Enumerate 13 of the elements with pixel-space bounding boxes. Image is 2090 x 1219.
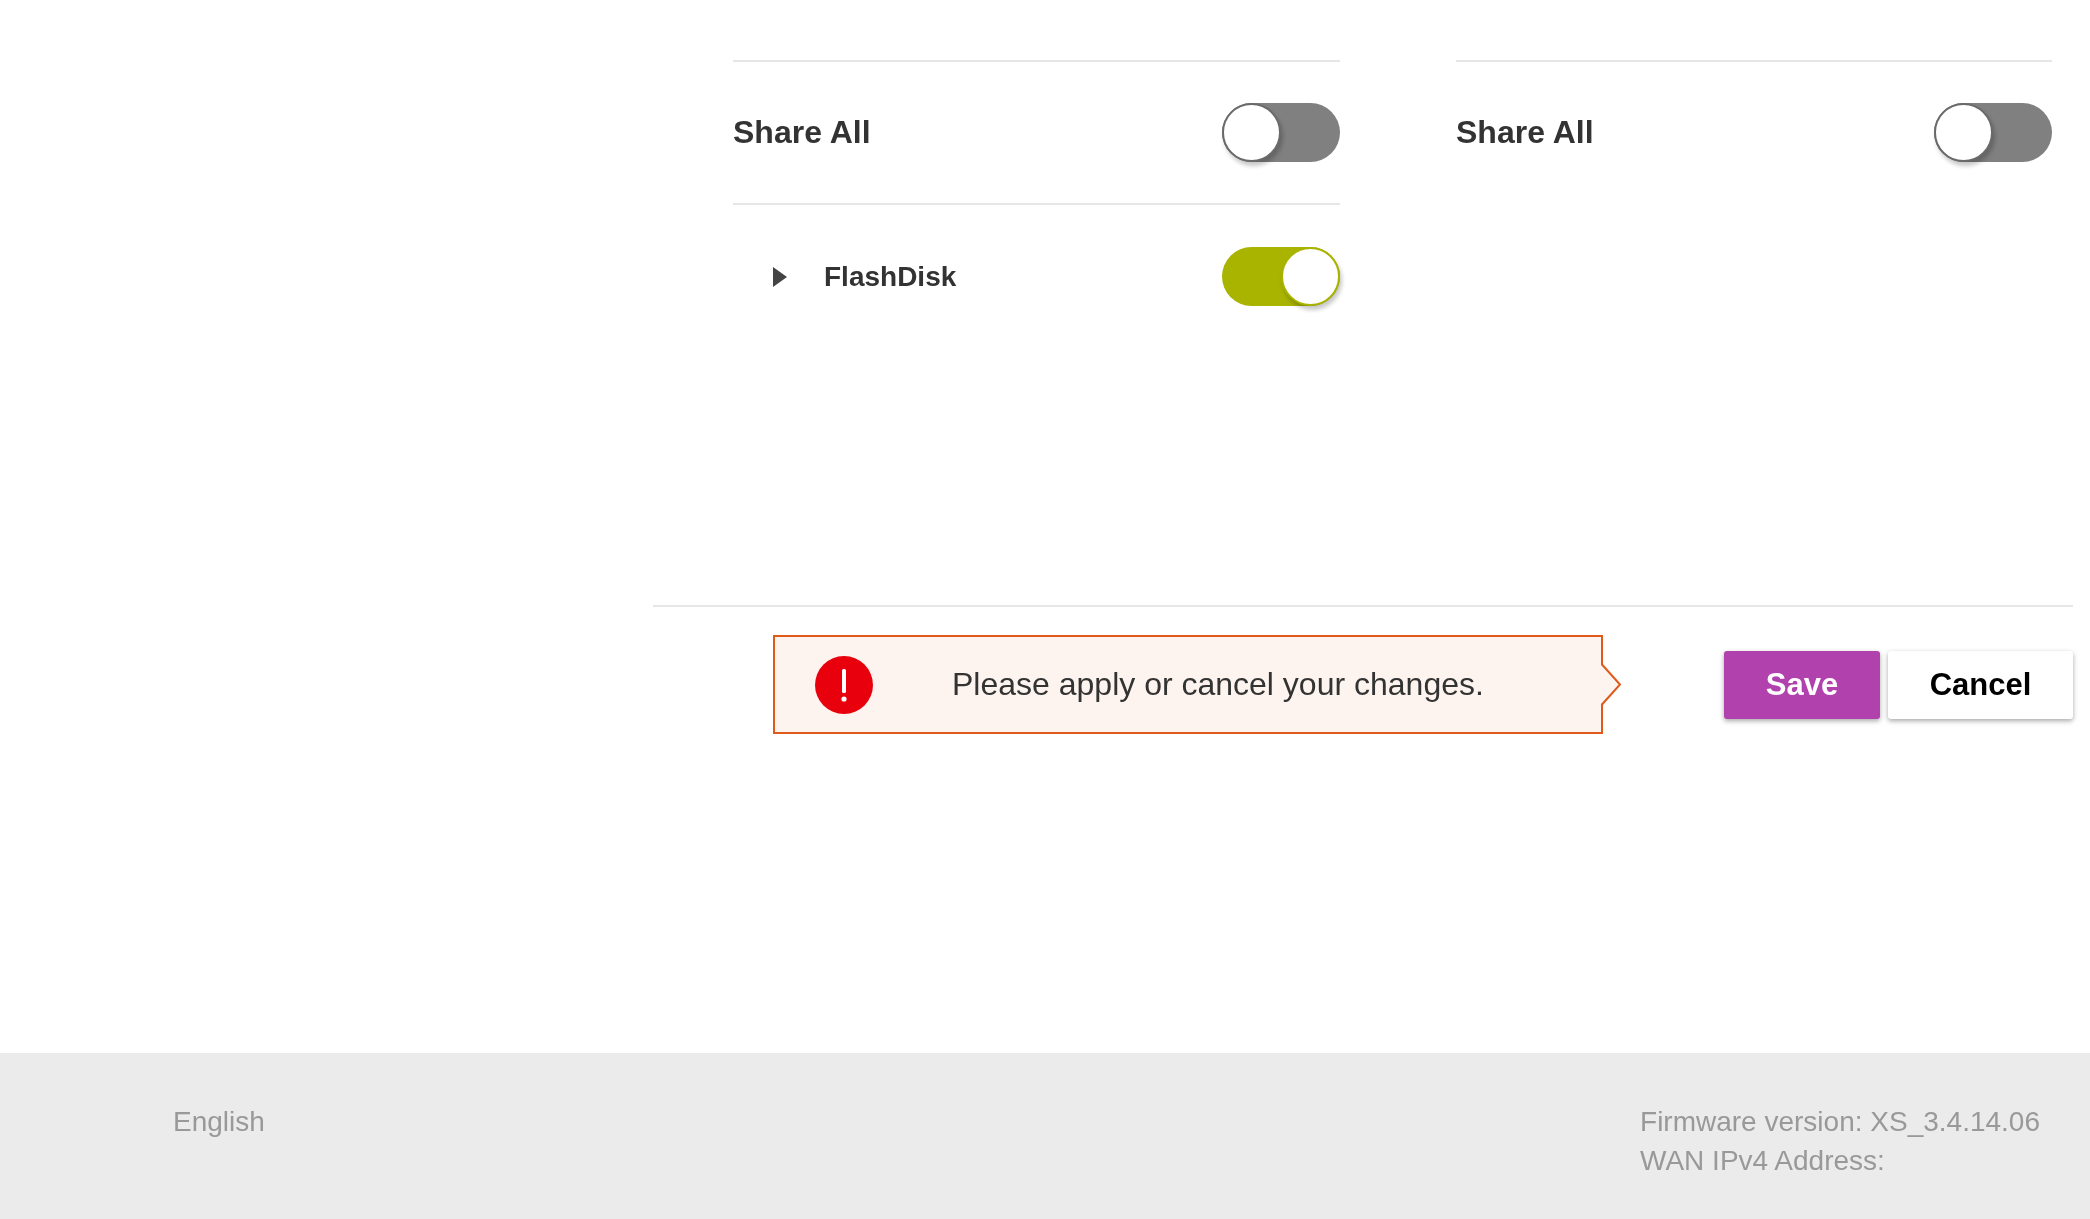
folder-name: FlashDisk [824,260,957,293]
share-all-label: Share All [733,114,871,151]
wan-address-text: WAN IPv4 Address: [1640,1144,1886,1178]
firmware-version-text: Firmware version: XS_3.4.14.06 [1640,1105,2040,1139]
exclamation-icon [815,655,873,714]
primary-button[interactable]: Save [1724,650,1880,719]
secondary-button[interactable]: Cancel [1888,650,2073,719]
toggle-switch[interactable] [1222,103,1340,162]
share-all-label: Share All [1456,114,1594,151]
caret-icon[interactable] [773,266,787,287]
alert-text: Please apply or cancel your changes. [952,666,1484,703]
toggle-switch[interactable] [1222,247,1340,306]
toggle-switch[interactable] [1934,103,2052,162]
